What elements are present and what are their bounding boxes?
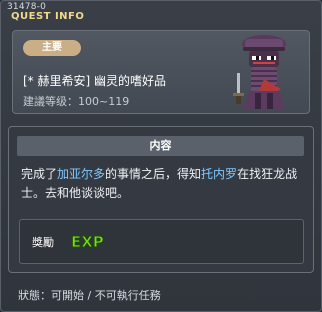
quest-description: 完成了加亚尔多的事情之后，得知托内罗在找狂龙战士。去和他谈谈吧。 bbox=[21, 165, 306, 203]
npc-link[interactable]: 托内罗 bbox=[201, 167, 237, 181]
reward-label: 獎勵 bbox=[32, 236, 54, 249]
reward-box: 獎勵 EXP bbox=[19, 219, 304, 264]
quest-type-badge: 主要 bbox=[23, 40, 81, 56]
npc-portrait-icon bbox=[233, 35, 286, 109]
quest-content-panel: 内容 完成了加亚尔多的事情之后，得知托内罗在找狂龙战士。去和他谈谈吧。 獎勵 E… bbox=[8, 126, 314, 273]
npc-link[interactable]: 加亚尔多 bbox=[57, 167, 105, 181]
quest-name: [* 赫里希安] 幽灵的嗜好品 bbox=[23, 74, 166, 88]
exp-icon: EXP bbox=[71, 233, 105, 252]
exp-icon-text: EXP bbox=[71, 233, 104, 251]
quest-info-window: 31478-0 QUEST INFO 主要 [* 赫里希安] 幽灵的嗜好品 建議… bbox=[0, 0, 322, 312]
title-bar[interactable]: 31478-0 QUEST INFO bbox=[1, 1, 322, 25]
quest-header-panel: 主要 [* 赫里希安] 幽灵的嗜好品 建議等级：100~119 bbox=[12, 30, 310, 114]
content-section-header: 内容 bbox=[17, 136, 304, 156]
quest-status: 狀態：可開始 / 不可執行任務 bbox=[18, 289, 161, 302]
window-title: QUEST INFO bbox=[11, 11, 85, 22]
description-text: 完成了 bbox=[21, 167, 58, 181]
description-text: 的事情之后，得知 bbox=[105, 167, 202, 181]
recommended-level: 建議等级：100~119 bbox=[23, 95, 130, 108]
